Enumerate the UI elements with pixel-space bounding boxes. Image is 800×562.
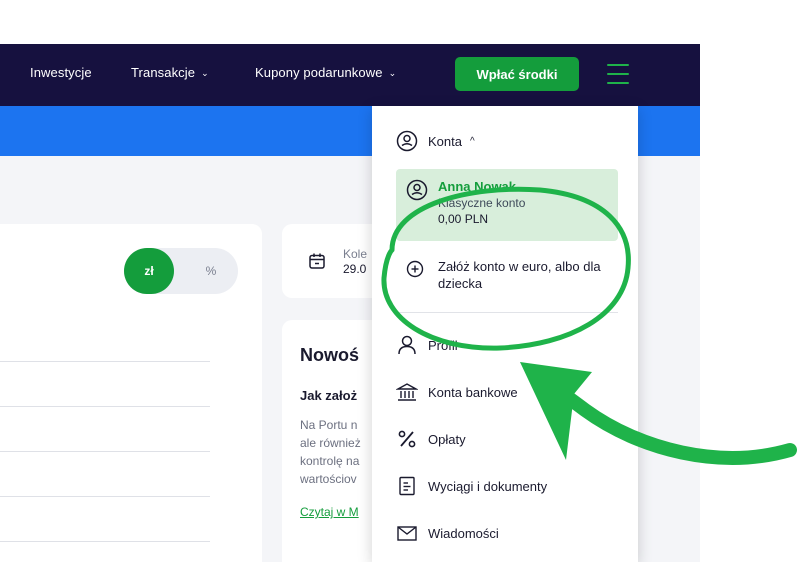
menu-item-oplaty[interactable]: Opłaty [396, 428, 466, 450]
account-balance: 0,00 PLN [438, 212, 489, 226]
calendar-icon [309, 253, 325, 269]
document-icon [396, 475, 418, 497]
menu-item-konta-bankowe[interactable]: Konta bankowe [396, 381, 518, 403]
chevron-down-icon: ⌄ [388, 68, 397, 78]
user-circle-icon [396, 130, 418, 152]
news-read-more-link[interactable]: Czytaj w M [300, 505, 359, 519]
menu-item-label: Opłaty [428, 431, 466, 447]
menu-item-label: Konta [428, 133, 462, 149]
nav-link-label: Transakcje [131, 65, 196, 80]
nav-link-kupony[interactable]: Kupony podarunkowe ⌄ [255, 65, 396, 80]
screenshot-stage: Inwestycje Transakcje ⌄ Kupony podarunkow… [0, 0, 800, 562]
account-holder-name: Anna Nowak [438, 179, 517, 194]
menu-item-konta[interactable]: Konta ^ [396, 130, 475, 152]
user-circle-icon [406, 179, 428, 201]
news-text-line: kontrolę na [300, 454, 360, 468]
user-icon [396, 334, 418, 356]
nav-link-transakcje[interactable]: Transakcje ⌄ [131, 65, 209, 80]
hamburger-line [607, 73, 629, 75]
menu-item-label: Konta bankowe [428, 384, 518, 400]
divider [0, 406, 210, 407]
menu-item-wiadomosci[interactable]: Wiadomości [396, 522, 499, 544]
plus-circle-icon [406, 260, 424, 278]
news-card: Nowoś Jak założ Na Portu n ale również k… [282, 320, 382, 562]
envelope-icon [396, 522, 418, 544]
toggle-zl-option[interactable]: zł [124, 248, 174, 294]
divider [0, 451, 210, 452]
top-navigation-bar: Inwestycje Transakcje ⌄ Kupony podarunkow… [0, 44, 700, 106]
nav-link-label: Kupony podarunkowe [255, 65, 383, 80]
user-dropdown-menu: Konta ^ Anna Nowak Klasyczne konto 0,00 … [372, 106, 638, 562]
calendar-label: Kole [343, 247, 368, 261]
chevron-up-icon: ^ [469, 135, 475, 147]
percent-icon [396, 428, 418, 450]
chevron-down-icon: ⌄ [201, 68, 209, 78]
menu-item-wyciagi[interactable]: Wyciągi i dokumenty [396, 475, 547, 497]
toggle-percent-option[interactable]: % [196, 248, 226, 294]
calendar-card[interactable]: Kole 29.0 [282, 224, 382, 298]
currency-percent-toggle[interactable]: zł % [124, 248, 238, 294]
news-subtitle: Jak założ [300, 388, 358, 403]
menu-divider [396, 312, 618, 313]
active-account-card[interactable]: Anna Nowak Klasyczne konto 0,00 PLN [396, 169, 618, 241]
hamburger-line [607, 64, 629, 66]
account-type: Klasyczne konto [438, 196, 526, 210]
deposit-button[interactable]: Wpłać środki [455, 57, 579, 91]
divider [0, 541, 210, 542]
news-text-line: wartościov [300, 472, 357, 486]
calendar-date: 29.0 [343, 262, 367, 276]
menu-item-label: Wyciągi i dokumenty [428, 478, 548, 494]
news-text-line: ale również [300, 436, 361, 450]
menu-item-label: Wiadomości [428, 525, 499, 541]
nav-link-label: Inwestycje [30, 65, 92, 80]
portfolio-card: zł % [0, 224, 262, 562]
divider [0, 496, 210, 497]
add-account-label: Załóż konto w euro, albo dla dziecka [438, 259, 601, 291]
hamburger-icon[interactable] [607, 64, 629, 84]
bank-icon [396, 381, 418, 403]
divider [0, 361, 210, 362]
nav-link-inwestycje[interactable]: Inwestycje [30, 65, 92, 80]
news-text-line: Na Portu n [300, 418, 358, 432]
hamburger-line [607, 82, 629, 84]
menu-item-label: Profil [428, 337, 458, 353]
news-title: Nowoś [300, 345, 360, 365]
menu-item-profil[interactable]: Profil [396, 334, 458, 356]
